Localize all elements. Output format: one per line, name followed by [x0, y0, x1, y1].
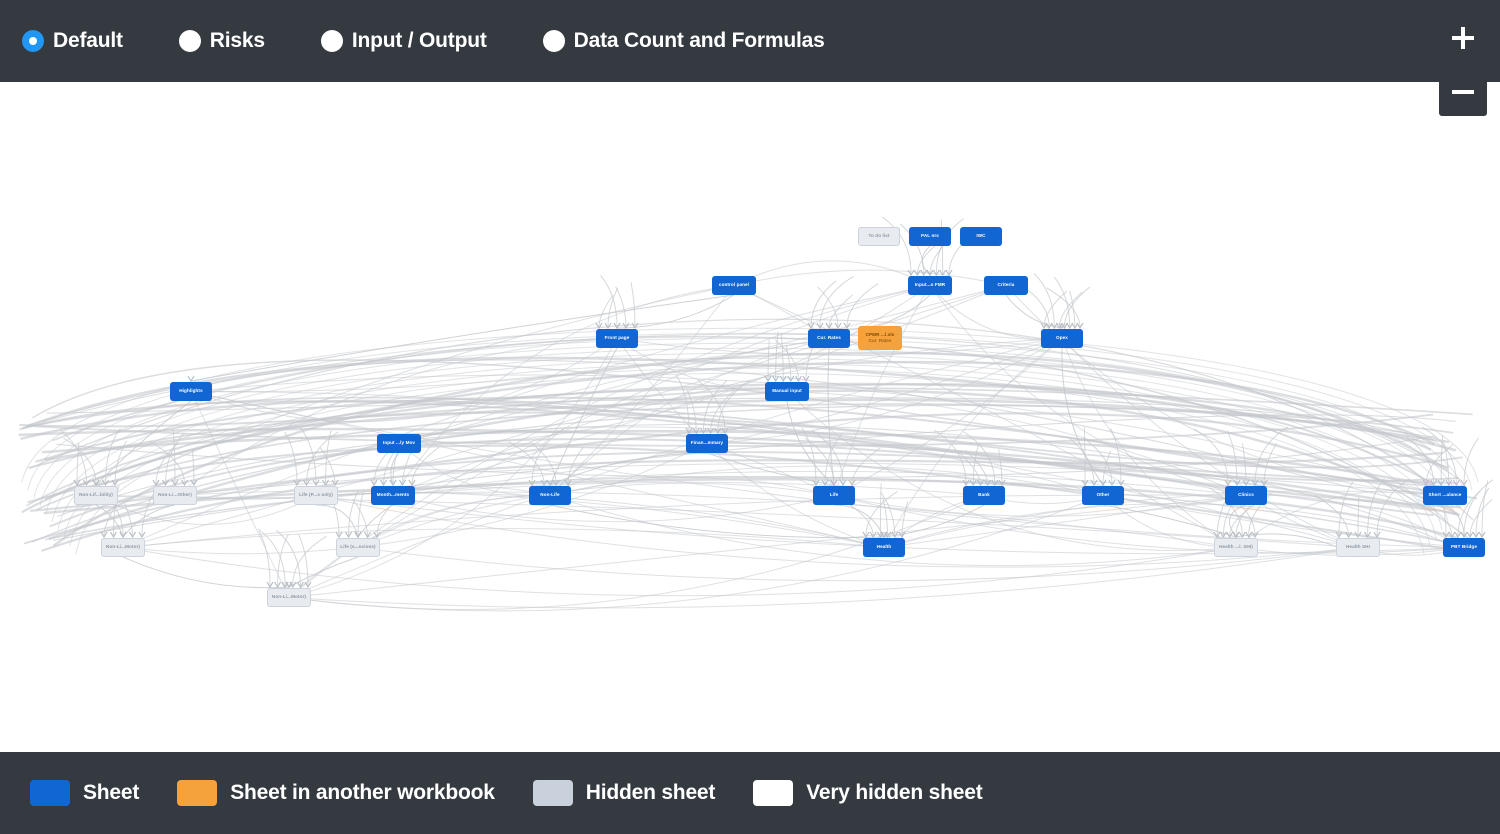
- zoom-out-button[interactable]: [1439, 68, 1487, 116]
- legend-item: Sheet in another workbook: [177, 780, 495, 806]
- graph-node-iwc[interactable]: IWC: [960, 227, 1002, 246]
- legend-label: Hidden sheet: [585, 781, 716, 804]
- graph-node-life[interactable]: Life: [813, 486, 855, 505]
- legend-swatch: [30, 780, 70, 806]
- legend-bar: Sheet Sheet in another workbook Hidden she…: [0, 752, 1500, 834]
- graph-node-frontpage[interactable]: Front page: [596, 329, 638, 348]
- graph-node-nonlifeliab[interactable]: Non-Lif...bility): [74, 486, 118, 505]
- graph-node-palnrs[interactable]: PAL nrs: [909, 227, 951, 246]
- graph-node-label: PBT Bridge: [1450, 544, 1477, 550]
- graph-node-label: Health SHI: [1346, 544, 1370, 550]
- graph-node-label: Input ...ly Mov: [382, 440, 416, 446]
- radio-dot-icon: [320, 30, 343, 52]
- radio-dot-icon: [178, 30, 201, 52]
- legend-label: Sheet in another workbook: [230, 781, 495, 804]
- graph-node-label: Criteria: [997, 282, 1015, 288]
- view-mode-option-default[interactable]: Default: [22, 29, 123, 53]
- graph-node-label: PAL nrs: [921, 233, 939, 239]
- graph-node-opex[interactable]: Opex: [1041, 329, 1083, 348]
- view-mode-option-label: Default: [53, 29, 123, 52]
- graph-node-pbtbridge[interactable]: PBT Bridge: [1443, 538, 1485, 557]
- graph-node-label: Non-Life: [540, 492, 560, 498]
- view-mode-option-risks[interactable]: Risks: [178, 29, 265, 53]
- graph-node-label: Life (P...s only): [299, 492, 333, 498]
- graph-node-nonlife[interactable]: Non-Life: [529, 486, 571, 505]
- legend-item: Hidden sheet: [532, 780, 716, 806]
- view-mode-option-label: Risks: [209, 29, 265, 52]
- graph-node-nonlifeother[interactable]: Non-Li...Other): [153, 486, 197, 505]
- plus-icon: [1452, 27, 1474, 49]
- top-toolbar: Default Risks Input / Output Data Count and…: [0, 0, 1500, 82]
- graph-node-shortbalance[interactable]: Short ...alance: [1423, 486, 1467, 505]
- graph-node-inputfmr[interactable]: Input...o FMR: [908, 276, 952, 295]
- graph-node-nonlimotor2[interactable]: Non-Li...Motor): [267, 588, 311, 607]
- graph-node-label: Month...ments: [376, 492, 410, 498]
- graph-node-criteria[interactable]: Criteria: [984, 276, 1028, 295]
- graph-node-label: To do list: [868, 233, 890, 239]
- graph-node-finansummary[interactable]: Finan...mmary: [686, 434, 728, 453]
- zoom-controls: [1439, 14, 1487, 122]
- graph-node-healthshi[interactable]: Health SHI: [1336, 538, 1380, 557]
- view-mode-radio-group: Default Risks Input / Output Data Count and…: [0, 29, 881, 53]
- graph-explorer-app: Default Risks Input / Output Data Count and…: [0, 0, 1500, 834]
- graph-node-nonlimotor1[interactable]: Non-Li...Motor): [101, 538, 145, 557]
- graph-node-currates[interactable]: Cur. Rates: [808, 329, 850, 348]
- radio-dot-icon: [542, 30, 565, 52]
- graph-node-highlights[interactable]: Highlights: [170, 382, 212, 401]
- graph-node-label: Health: [876, 544, 892, 550]
- graph-node-label: Life: [829, 492, 839, 498]
- graph-node-label: control panel: [718, 282, 750, 288]
- legend-item: Very hidden sheet: [753, 780, 983, 806]
- radio-dot-icon: [22, 30, 44, 52]
- view-mode-option-data-count-and-formulas[interactable]: Data Count and Formulas: [542, 29, 825, 53]
- graph-edges: [18, 216, 1494, 612]
- graph-node-healthlshi[interactable]: Health ...l. SHI): [1214, 538, 1258, 557]
- graph-node-label: Manual input: [772, 388, 802, 394]
- graph-node-label: Cur. Rates: [817, 335, 841, 341]
- graph-node-manualinput[interactable]: Manual input: [765, 382, 809, 401]
- graph-node-label: Non-Lif...bility): [79, 492, 113, 498]
- graph-node-label: IWC: [976, 233, 986, 239]
- graph-node-label: Clinics: [1238, 492, 1254, 498]
- graph-node-todo[interactable]: To do list: [858, 227, 900, 246]
- graph-node-cpmr[interactable]: CPMR ...l.xls Cur. Rates: [858, 326, 902, 350]
- graph-node-controlpanel[interactable]: control panel: [712, 276, 756, 295]
- view-mode-option-input-output[interactable]: Input / Output: [320, 29, 487, 53]
- graph-canvas[interactable]: To do list PAL nrs IWC control panel Input..…: [0, 82, 1500, 752]
- graph-node-sublabel: Cur. Rates: [868, 338, 892, 343]
- graph-node-health[interactable]: Health: [863, 538, 905, 557]
- graph-node-bank[interactable]: Bank: [963, 486, 1005, 505]
- minus-icon: [1452, 81, 1474, 103]
- graph-node-label: Non-Li...Motor): [271, 594, 307, 600]
- graph-node-label: Finan...mmary: [690, 440, 724, 446]
- graph-node-label: Highlights: [179, 388, 203, 394]
- graph-node-lifeponly[interactable]: Life (P...s only): [294, 486, 338, 505]
- graph-node-inputlymov[interactable]: Input ...ly Mov: [377, 434, 421, 453]
- graph-node-other[interactable]: Other: [1082, 486, 1124, 505]
- graph-node-label: Health ...l. SHI): [1219, 544, 1253, 550]
- legend-label: Sheet: [83, 781, 140, 804]
- view-mode-option-label: Data Count and Formulas: [573, 29, 825, 52]
- graph-node-label: Life (s...nsions): [340, 544, 376, 550]
- graph-node-monthments[interactable]: Month...ments: [371, 486, 415, 505]
- legend-item: Sheet: [30, 780, 139, 806]
- graph-node-label: Bank: [978, 492, 990, 498]
- zoom-in-button[interactable]: [1439, 14, 1487, 62]
- graph-node-label: Non-Li...Other): [158, 492, 192, 498]
- graph-node-label: Short ...alance: [1428, 492, 1462, 498]
- view-mode-option-label: Input / Output: [351, 29, 487, 52]
- graph-node-label: Other: [1096, 492, 1110, 498]
- graph-node-clinics[interactable]: Clinics: [1225, 486, 1267, 505]
- graph-node-lifepensions[interactable]: Life (s...nsions): [336, 538, 380, 557]
- graph-node-label: Input...o FMR: [914, 282, 946, 288]
- graph-node-label: Non-Li...Motor): [105, 544, 141, 550]
- legend-swatch: [753, 780, 794, 806]
- legend-swatch: [532, 780, 573, 806]
- graph-node-label: Opex: [1056, 335, 1068, 341]
- legend-label: Very hidden sheet: [806, 781, 983, 804]
- graph-node-label: Front page: [604, 335, 630, 341]
- legend-swatch: [177, 780, 218, 806]
